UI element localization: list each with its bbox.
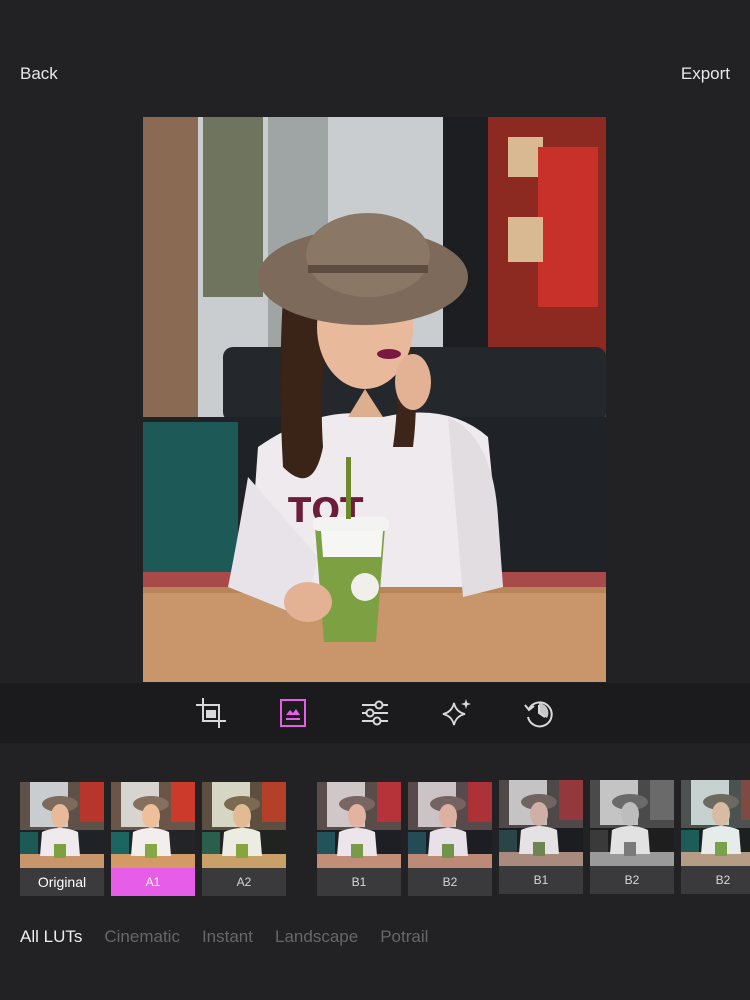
filter-b1[interactable]: B1 xyxy=(317,782,401,898)
photo-illustration: TOT xyxy=(143,117,606,682)
filter-thumbnail xyxy=(317,782,401,868)
filter-label: A2 xyxy=(202,868,286,896)
filter-label: Original xyxy=(20,868,104,896)
filter-b2-mono[interactable]: B2 xyxy=(590,780,674,896)
filter-a2[interactable]: A2 xyxy=(202,782,286,898)
filter-label: A1 xyxy=(111,868,195,896)
filter-label: B1 xyxy=(499,866,583,894)
back-button[interactable]: Back xyxy=(20,64,58,84)
filter-thumbnail xyxy=(499,780,583,866)
filter-b1-alt[interactable]: B1 xyxy=(499,780,583,896)
filter-thumbnail xyxy=(590,780,674,866)
filter-b2-teal[interactable]: B2 xyxy=(681,780,750,896)
photo-preview[interactable]: TOT xyxy=(143,117,606,682)
lut-category-tabs: All LUTs Cinematic Instant Landscape Pot… xyxy=(20,927,450,951)
filter-thumbnail xyxy=(20,782,104,868)
filter-label: B2 xyxy=(408,868,492,896)
filter-b2[interactable]: B2 xyxy=(408,782,492,898)
filter-thumbnail xyxy=(408,782,492,868)
adjust-sliders-icon[interactable] xyxy=(357,695,393,731)
sparkle-effects-icon[interactable] xyxy=(439,695,475,731)
tab-potrail[interactable]: Potrail xyxy=(380,927,428,951)
tab-cinematic[interactable]: Cinematic xyxy=(104,927,180,951)
tab-all-luts[interactable]: All LUTs xyxy=(20,927,82,951)
filter-thumbnail xyxy=(202,782,286,868)
filter-a1[interactable]: A1 xyxy=(111,782,195,898)
filter-image-icon[interactable] xyxy=(275,695,311,731)
filter-thumbnail xyxy=(111,782,195,868)
filter-label: B2 xyxy=(590,866,674,894)
export-button[interactable]: Export xyxy=(681,64,730,84)
edit-toolbar xyxy=(0,683,750,743)
filter-label: B1 xyxy=(317,868,401,896)
filter-strip: Original A1 A2 B1 B2 B1 B2 B2 xyxy=(0,744,750,914)
filter-label: B2 xyxy=(681,866,750,894)
tab-landscape[interactable]: Landscape xyxy=(275,927,358,951)
filter-thumbnail xyxy=(681,780,750,866)
filter-original[interactable]: Original xyxy=(20,782,104,898)
crop-icon[interactable] xyxy=(193,695,229,731)
tab-instant[interactable]: Instant xyxy=(202,927,253,951)
top-bar: Back Export xyxy=(0,0,750,110)
history-icon[interactable] xyxy=(521,695,557,731)
